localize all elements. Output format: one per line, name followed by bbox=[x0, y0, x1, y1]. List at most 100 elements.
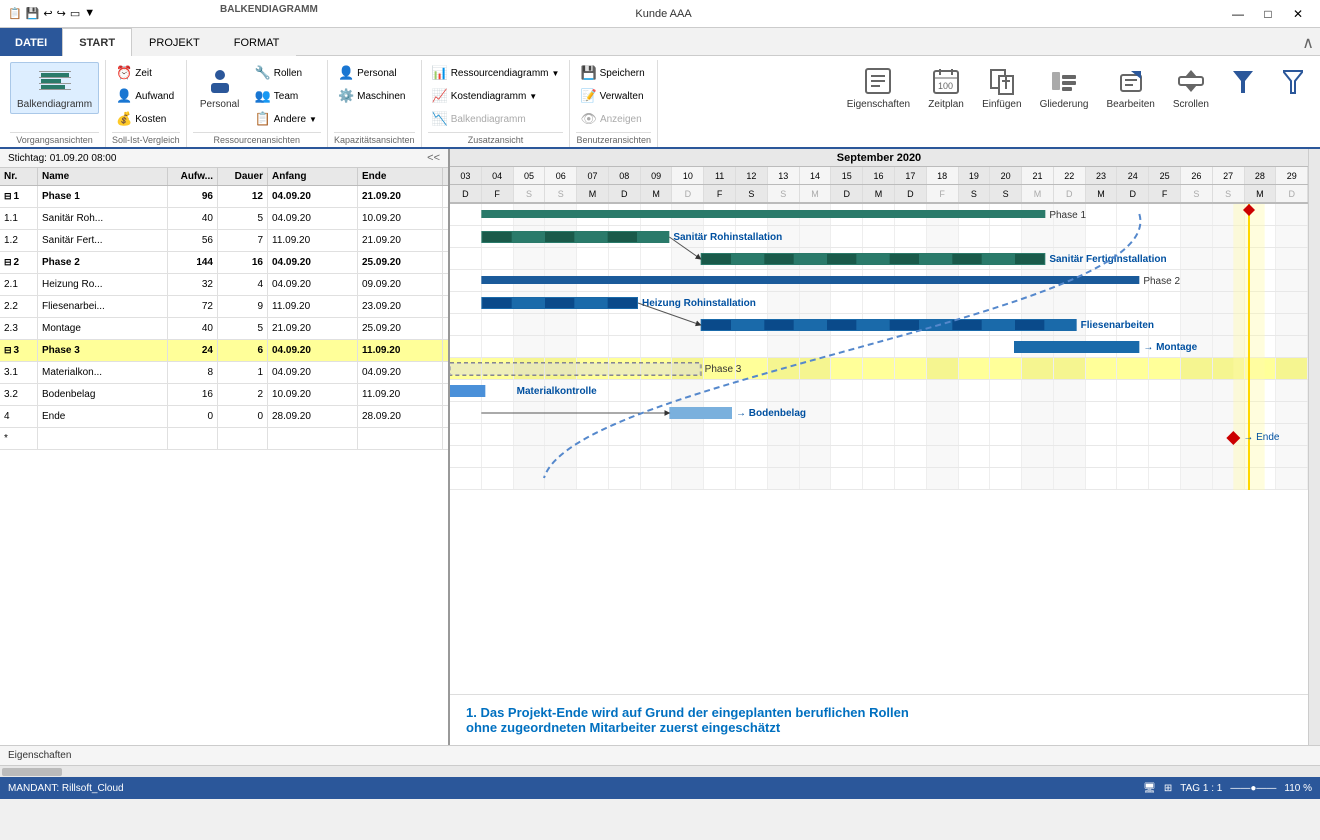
table-row[interactable]: ⊟1 Phase 1 96 12 04.09.20 21.09.20 bbox=[0, 186, 448, 208]
gantt-label: Phase 2 bbox=[1143, 276, 1180, 287]
zoom-slider[interactable]: ——●—— bbox=[1230, 783, 1276, 794]
nav-left[interactable]: << bbox=[427, 152, 440, 164]
gantt-bar bbox=[607, 363, 638, 375]
redo-icon[interactable]: ↪ bbox=[57, 7, 66, 20]
filter2-icon bbox=[1277, 65, 1309, 97]
table-row[interactable]: 3.2 Bodenbelag 16 2 10.09.20 11.09.20 bbox=[0, 384, 448, 406]
table-row[interactable]: 1.2 Sanitär Fert... 56 7 11.09.20 21.09.… bbox=[0, 230, 448, 252]
gantt-label: → Ende bbox=[1243, 432, 1280, 443]
vorgangsansichten-label: Vorgangsansichten bbox=[10, 132, 99, 147]
undo-icon[interactable]: ↩ bbox=[43, 7, 52, 20]
row-ende: 23.09.20 bbox=[358, 296, 443, 317]
ressourcendiagramm-button[interactable]: 📊 Ressourcendiagramm ▼ bbox=[428, 62, 564, 84]
row-ende: 21.09.20 bbox=[358, 230, 443, 251]
row-nr: 1.1 bbox=[0, 208, 38, 229]
maschinen-button[interactable]: ⚙️Maschinen bbox=[334, 85, 410, 107]
team-button[interactable]: 👥Team bbox=[251, 85, 321, 107]
kostendiagramm-button[interactable]: 📈 Kostendiagramm ▼ bbox=[428, 85, 564, 107]
table-row[interactable]: 2.2 Fliesenarbei... 72 9 11.09.20 23.09.… bbox=[0, 296, 448, 318]
aufwand-button[interactable]: 👤Aufwand bbox=[112, 85, 178, 107]
minimize-button[interactable]: — bbox=[1224, 4, 1252, 24]
tab-format[interactable]: FORMAT bbox=[217, 28, 297, 56]
save-icon[interactable]: 💾 bbox=[26, 7, 40, 20]
gantt-label: Sanitär Rohinstallation bbox=[673, 232, 782, 243]
col-header-ende: Ende bbox=[358, 168, 443, 185]
eigenschaften-button[interactable]: Eigenschaften bbox=[840, 62, 917, 114]
speichern-button[interactable]: 💾Speichern bbox=[576, 62, 648, 84]
gantt-bar bbox=[575, 363, 606, 375]
gantt-bar bbox=[702, 320, 731, 330]
row-dauer: 12 bbox=[218, 186, 268, 207]
row-name: Montage bbox=[38, 318, 168, 339]
annotation-area: 1. Das Projekt-Ende wird auf Grund der e… bbox=[450, 694, 1308, 745]
balkendiagramm2-button[interactable]: 📉 Balkendiagramm bbox=[428, 108, 564, 130]
row-dauer: 1 bbox=[218, 362, 268, 383]
gantt-bar bbox=[952, 320, 981, 330]
table-row[interactable]: 1.1 Sanitär Roh... 40 5 04.09.20 10.09.2… bbox=[0, 208, 448, 230]
table-row[interactable]: ⊟2 Phase 2 144 16 04.09.20 25.09.20 bbox=[0, 252, 448, 274]
ribbon-collapse-button[interactable]: ∧ bbox=[1296, 31, 1320, 56]
einfuegen-button[interactable]: Einfügen bbox=[975, 62, 1028, 114]
soll-ist-label: Soll-Ist-Vergleich bbox=[112, 132, 180, 147]
dropdown-icon[interactable]: ▼ bbox=[84, 7, 95, 20]
anzeigen-icon: 👁 bbox=[580, 111, 597, 127]
svg-text:100: 100 bbox=[938, 81, 953, 91]
gantt-bar bbox=[482, 232, 511, 242]
zeit-button[interactable]: ⏰Zeit bbox=[112, 62, 178, 84]
scrollen-button[interactable]: Scrollen bbox=[1166, 62, 1216, 114]
table-row[interactable]: * bbox=[0, 428, 448, 450]
table-row[interactable]: 2.3 Montage 40 5 21.09.20 25.09.20 bbox=[0, 318, 448, 340]
andere-button[interactable]: 📋Andere ▼ bbox=[251, 108, 321, 130]
row-nr: 4 bbox=[0, 406, 38, 427]
filter1-button[interactable] bbox=[1220, 62, 1266, 102]
bearbeiten-icon bbox=[1115, 65, 1147, 97]
table-row[interactable]: 3.1 Materialkon... 8 1 04.09.20 04.09.20 bbox=[0, 362, 448, 384]
tab-datei[interactable]: DATEI bbox=[0, 28, 62, 56]
gliederung-button[interactable]: Gliederung bbox=[1033, 62, 1096, 114]
gantt-bar bbox=[1015, 254, 1044, 264]
personal-button[interactable]: Personal bbox=[193, 62, 247, 114]
filter2-button[interactable] bbox=[1270, 62, 1316, 102]
benutzer-col: 💾Speichern 📝Verwalten 👁Anzeigen bbox=[576, 62, 648, 130]
gantt-day-08: 08 bbox=[609, 167, 641, 184]
row-ende: 28.09.20 bbox=[358, 406, 443, 427]
table-row[interactable]: 4 Ende 0 0 28.09.20 28.09.20 bbox=[0, 406, 448, 428]
vertical-scrollbar[interactable] bbox=[1308, 149, 1320, 745]
horizontal-scrollbar[interactable] bbox=[0, 765, 1320, 777]
row-name bbox=[38, 428, 168, 449]
gantt-day-04: 04 bbox=[482, 167, 514, 184]
gliederung-label: Gliederung bbox=[1040, 99, 1089, 111]
zeitplan-button[interactable]: 100 Zeitplan bbox=[921, 62, 971, 114]
balkendiagramm2-label: Balkendiagramm bbox=[451, 114, 526, 125]
row-aufw: 32 bbox=[168, 274, 218, 295]
rollen-button[interactable]: 🔧Rollen bbox=[251, 62, 321, 84]
hscroll-thumb[interactable] bbox=[2, 768, 62, 776]
gantt-bar bbox=[513, 363, 544, 375]
left-panel: Stichtag: 01.09.20 08:00 << Nr. Name Auf… bbox=[0, 149, 450, 745]
table-row[interactable]: ⊟3 Phase 3 24 6 04.09.20 11.09.20 bbox=[0, 340, 448, 362]
personal-kap-button[interactable]: 👤Personal bbox=[334, 62, 410, 84]
maximize-button[interactable]: □ bbox=[1254, 4, 1282, 24]
row-aufw bbox=[168, 428, 218, 449]
kosten-button[interactable]: 💰Kosten bbox=[112, 108, 178, 130]
row-anfang: 04.09.20 bbox=[268, 208, 358, 229]
ribbon-group-vorgangsansichten: Balkendiagramm Vorgangsansichten bbox=[4, 60, 106, 147]
tab-start[interactable]: START bbox=[62, 28, 132, 56]
balkendiagramm-button[interactable]: Balkendiagramm bbox=[10, 62, 99, 114]
speichern-label: Speichern bbox=[600, 68, 645, 79]
verwalten-label: Verwalten bbox=[600, 91, 644, 102]
bearbeiten-button[interactable]: Bearbeiten bbox=[1099, 62, 1161, 114]
table-row[interactable]: 2.1 Heizung Ro... 32 4 04.09.20 09.09.20 bbox=[0, 274, 448, 296]
verwalten-button[interactable]: 📝Verwalten bbox=[576, 85, 648, 107]
ribbon-group-benutzer: 💾Speichern 📝Verwalten 👁Anzeigen Benutzer… bbox=[570, 60, 658, 147]
close-button[interactable]: ✕ bbox=[1284, 4, 1312, 24]
table-body: ⊟1 Phase 1 96 12 04.09.20 21.09.20 1.1 S… bbox=[0, 186, 448, 745]
ribbon-group-zusatz: 📊 Ressourcendiagramm ▼ 📈 Kostendiagramm … bbox=[422, 60, 571, 147]
row-aufw: 96 bbox=[168, 186, 218, 207]
anzeigen-button[interactable]: 👁Anzeigen bbox=[576, 108, 648, 130]
row-nr: 1.2 bbox=[0, 230, 38, 251]
gantt-day-28: 28 bbox=[1245, 167, 1277, 184]
tab-projekt[interactable]: PROJEKT bbox=[132, 28, 217, 56]
gantt-label: Heizung Rohinstallation bbox=[642, 298, 756, 309]
row-aufw: 16 bbox=[168, 384, 218, 405]
